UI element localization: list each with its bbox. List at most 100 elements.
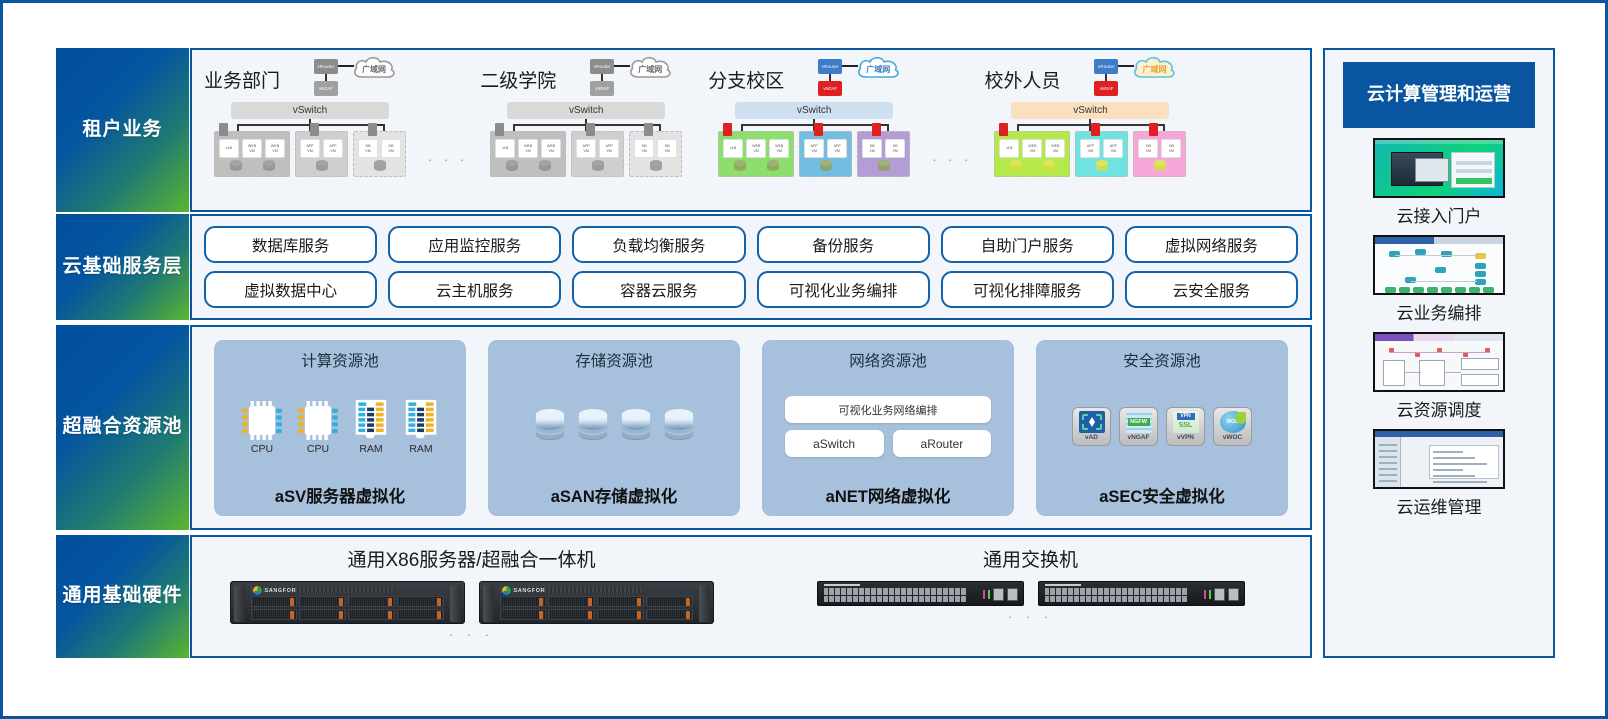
vm-node: DB VM — [862, 139, 883, 158]
ram-item: RAM — [354, 398, 388, 455]
resource-pool-1: 计算资源池 CPU CPU RAM RAM aSV服务器虚拟化 — [214, 339, 466, 516]
vm-list: vLB WEB VM WEB VM — [495, 139, 562, 158]
switch-port — [889, 588, 894, 595]
topology-thumbnail[interactable] — [1373, 235, 1505, 295]
service-pill-4[interactable]: 备份服务 — [756, 226, 930, 263]
vm-group: DB VM DB VM — [1133, 123, 1187, 177]
sidebar-item-4[interactable]: 云运维管理 — [1373, 429, 1505, 518]
vm-node: APP VM — [1080, 139, 1101, 158]
switch-port — [1127, 588, 1133, 595]
drive-bay — [548, 596, 595, 607]
vm-node: DB VM — [634, 139, 655, 158]
firewall-icon — [219, 123, 228, 136]
vm-node: WEB VM — [1045, 139, 1066, 158]
service-pill-7[interactable]: 虚拟数据中心 — [204, 271, 378, 308]
switch-label-strip — [823, 584, 860, 586]
switch-ports — [1044, 588, 1187, 602]
switch-port — [924, 595, 930, 602]
sidebar-item-1[interactable]: 云接入门户 — [1373, 138, 1505, 227]
switch-port — [1062, 588, 1068, 595]
vswitch-bar: vSwitch — [231, 102, 389, 119]
storage-icon — [766, 159, 780, 172]
switch-port — [960, 588, 966, 595]
vm-node: vLB — [495, 139, 516, 158]
drive-bays — [499, 596, 693, 620]
rack-server-image: SANGFOR — [478, 581, 714, 624]
switch-port — [877, 588, 883, 595]
firewall-icon — [872, 123, 882, 136]
firewall-icon — [814, 123, 824, 136]
pool-footer: aNET网络虚拟化 — [825, 487, 951, 506]
vm-group: APP VM APP VM — [799, 123, 853, 177]
switch-port — [1116, 588, 1121, 595]
vm-group: DB VM DB VM — [857, 123, 911, 177]
service-pill-6[interactable]: 虚拟网络服务 — [1124, 226, 1298, 263]
vngaf-label: vNGAF — [1127, 434, 1150, 441]
orchestration-thumbnail[interactable] — [1373, 332, 1505, 392]
vngaf-icon: vNGAF — [818, 81, 843, 96]
service-pill-1[interactable]: 数据库服务 — [204, 226, 378, 263]
pool-body: CPU CPU RAM RAM — [214, 371, 466, 483]
service-pill-12[interactable]: 云安全服务 — [1124, 271, 1298, 308]
portal-thumbnail[interactable] — [1373, 138, 1505, 198]
sidebar-item-3[interactable]: 云资源调度 — [1373, 332, 1505, 421]
firewall-icon — [1148, 123, 1158, 136]
wan-cloud-icon: 广域网 — [626, 53, 674, 83]
storage-icon — [1042, 159, 1056, 172]
drive-bay — [499, 609, 547, 620]
drive-bay — [348, 596, 395, 607]
vm-groups: vLB WEB VM WEB VM APP VM APP VM DB VM DB VM — [472, 123, 700, 177]
switch-port — [900, 595, 906, 602]
cpu-item: CPU — [298, 401, 338, 455]
switch-port — [924, 588, 930, 595]
sidebar-item-2[interactable]: 云业务编排 — [1373, 235, 1505, 324]
service-pill-2[interactable]: 应用监控服务 — [388, 226, 562, 263]
layer-label-hardware: 通用 基础 硬件 — [56, 535, 189, 658]
switch-port — [1056, 595, 1062, 602]
storage-icons — [534, 405, 695, 448]
pool-title: 安全资源池 — [1123, 352, 1201, 370]
switch-uplinks — [982, 588, 1018, 601]
tenant-list: 业务部门 vRouter vNGAF 广域网 vSwitch vLB WEB VM WEB VM A… — [192, 50, 1310, 210]
vm-node: WEB VM — [265, 139, 285, 158]
service-pill-3[interactable]: 负载均衡服务 — [572, 226, 746, 263]
service-pill-5[interactable]: 自助门户服务 — [940, 226, 1114, 263]
drive-bay — [645, 596, 693, 607]
switch-port — [1151, 588, 1157, 595]
switch-port — [1139, 595, 1145, 602]
switch-port — [1080, 588, 1086, 595]
switch-port — [835, 595, 841, 602]
console-thumbnail[interactable] — [1373, 429, 1505, 489]
security-icon-vad: vAD — [1072, 407, 1111, 446]
group-storage — [804, 159, 847, 172]
vad-glyph — [1078, 411, 1105, 433]
sidebar-item-label: 云接入门户 — [1396, 207, 1482, 226]
firewall-icon — [644, 123, 654, 136]
switch-port — [1169, 595, 1175, 602]
storage-icon — [229, 159, 243, 172]
tenant-title: 分支校区 — [708, 70, 785, 92]
service-pill-9[interactable]: 容器云服务 — [572, 271, 746, 308]
sidebar-item-label: 云运维管理 — [1396, 498, 1482, 517]
switch-port — [1133, 588, 1139, 595]
switch-port — [1080, 595, 1086, 602]
resource-pool-3: 网络资源池 可视化业务网络编排 aSwitch aRouter aNET网络虚拟化 — [762, 339, 1014, 516]
service-pill-10[interactable]: 可视化业务编排 — [756, 271, 930, 308]
hardware-servers: 通用X86服务器/超融合一体机 SANGFOR SANGFOR · · · — [192, 537, 751, 656]
service-pill-11[interactable]: 可视化排障服务 — [940, 271, 1114, 308]
switch-port — [912, 588, 918, 595]
vm-group: vLB WEB VM WEB VM — [718, 123, 795, 177]
storage-icon — [819, 159, 833, 172]
switch-port — [1044, 588, 1050, 595]
diagram-canvas: 租户 业务 云基础 服务层 超融合 资源池 通用 基础 硬件 业务部门 vRouter vNG… — [3, 3, 1605, 716]
tenant-1: 业务部门 vRouter vNGAF 广域网 vSwitch vLB WEB VM WEB VM A… — [196, 56, 424, 210]
service-pill-8[interactable]: 云主机服务 — [388, 271, 562, 308]
vm-node: WEB VM — [1022, 139, 1043, 158]
cloud-service-panel: 数据库服务 应用监控服务 负载均衡服务 备份服务 自助门户服务 虚拟网络服务 虚拟数据中心云… — [190, 214, 1312, 320]
vm-node: WEB VM — [746, 139, 767, 158]
switch-port — [918, 588, 924, 595]
vm-node: DB VM — [885, 139, 906, 158]
tenant-header: 分支校区 vRouter vNGAF 广域网 — [700, 56, 928, 102]
tenant-edge-network: vRouter vNGAF 广域网 — [286, 56, 395, 101]
firewall-icon — [723, 123, 733, 136]
